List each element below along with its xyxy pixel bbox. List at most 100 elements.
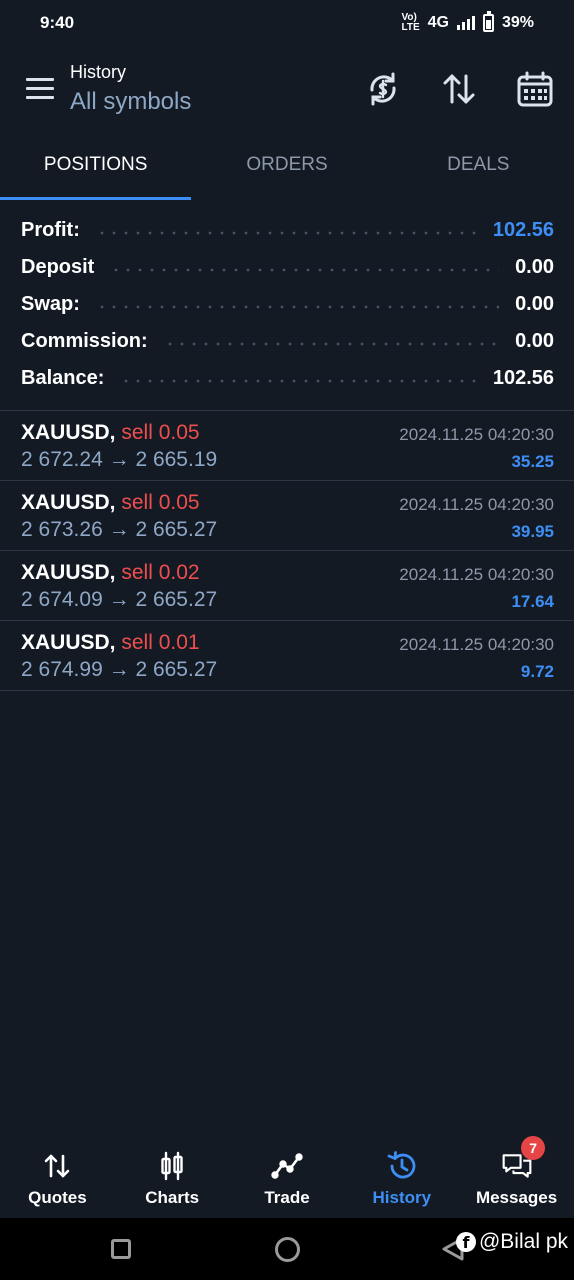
nav-charts[interactable]: Charts	[115, 1140, 230, 1218]
summary-row-balance: Balance: 102.56	[0, 360, 574, 397]
volte-indicator: Vo) LTE	[401, 12, 420, 33]
position-time: 2024.11.25 04:20:30	[399, 495, 554, 514]
position-time: 2024.11.25 04:20:30	[399, 425, 554, 444]
position-profit: 39.95	[511, 522, 554, 541]
position-symbol-line: XAUUSD, sell 0.05	[21, 421, 200, 445]
watermark-text: @Bilal pk	[478, 1230, 568, 1253]
summary-value: 0.00	[515, 293, 554, 315]
summary-row-deposit: Deposit 0.00	[0, 249, 574, 286]
menu-icon[interactable]	[26, 78, 54, 100]
position-time: 2024.11.25 04:20:30	[399, 635, 554, 654]
status-indicators: Vo) LTE 4G 39%	[401, 11, 534, 33]
open-price: 2 673.26	[21, 518, 103, 541]
recent-apps-icon[interactable]	[111, 1239, 131, 1259]
position-row[interactable]: XAUUSD, sell 0.05 2 672.24 → 2 665.19 20…	[0, 411, 574, 481]
currency-refresh-icon[interactable]	[364, 70, 402, 108]
battery-icon	[482, 11, 494, 32]
position-profit: 17.64	[511, 592, 554, 611]
signal-icon	[456, 16, 475, 30]
position-side: sell 0.01	[121, 631, 200, 654]
summary-row-commission: Commission: 0.00	[0, 323, 574, 360]
position-row[interactable]: XAUUSD, sell 0.01 2 674.99 → 2 665.27 20…	[0, 621, 574, 691]
history-icon	[344, 1148, 459, 1184]
summary-label: Profit:	[21, 219, 80, 241]
close-price: 2 665.27	[135, 518, 218, 541]
home-icon[interactable]	[275, 1237, 300, 1262]
close-price: 2 665.27	[135, 588, 218, 611]
position-symbol-line: XAUUSD, sell 0.01	[21, 631, 200, 655]
position-side: sell 0.02	[121, 561, 200, 584]
position-time: 2024.11.25 04:20:30	[399, 565, 554, 584]
summary-value: 0.00	[515, 330, 554, 352]
nav-quotes[interactable]: Quotes	[0, 1140, 115, 1218]
account-summary: Profit: 102.56 Deposit 0.00 Swap: 0.00 C…	[0, 212, 574, 397]
bottom-nav: Quotes Charts Trade History Messages 7	[0, 1136, 574, 1218]
tab-orders[interactable]: ORDERS	[191, 142, 382, 200]
nav-trade[interactable]: Trade	[230, 1140, 345, 1218]
watermark: f @Bilal pk	[455, 1230, 568, 1254]
position-side: sell 0.05	[121, 421, 200, 444]
battery-level: 39%	[501, 14, 534, 31]
nav-label: Messages	[475, 1188, 558, 1207]
summary-row-profit: Profit: 102.56	[0, 212, 574, 249]
trade-icon	[230, 1148, 345, 1184]
nav-label: Quotes	[28, 1188, 87, 1207]
positions-list: XAUUSD, sell 0.05 2 672.24 → 2 665.19 20…	[0, 411, 574, 691]
price-arrow: →	[108, 448, 130, 471]
dot-leader	[110, 267, 500, 272]
nav-history[interactable]: History	[344, 1140, 459, 1218]
summary-row-swap: Swap: 0.00	[0, 286, 574, 323]
page-title: History	[70, 62, 127, 82]
dot-leader	[95, 230, 477, 235]
summary-label: Swap:	[21, 293, 80, 315]
symbol-filter[interactable]: All symbols	[70, 88, 191, 116]
position-symbol: XAUUSD,	[21, 561, 116, 584]
nav-messages[interactable]: Messages 7	[459, 1136, 574, 1218]
tab-positions[interactable]: POSITIONS	[0, 142, 192, 200]
calendar-icon[interactable]	[516, 70, 554, 108]
summary-label: Commission:	[21, 330, 148, 352]
position-symbol-line: XAUUSD, sell 0.02	[21, 561, 200, 585]
quotes-icon	[0, 1148, 115, 1184]
charts-icon	[115, 1148, 230, 1184]
app-header: History All symbols	[0, 52, 574, 132]
summary-label: Deposit	[21, 256, 95, 278]
dot-leader	[95, 304, 500, 309]
position-symbol: XAUUSD,	[21, 491, 116, 514]
sort-icon[interactable]	[440, 70, 478, 108]
nav-label: Charts	[145, 1188, 200, 1207]
summary-value: 0.00	[515, 256, 554, 278]
open-price: 2 672.24	[21, 448, 103, 471]
summary-label: Balance:	[21, 367, 105, 389]
position-symbol: XAUUSD,	[21, 421, 116, 444]
status-time: 9:40	[40, 13, 75, 32]
price-arrow: →	[108, 658, 130, 681]
position-symbol: XAUUSD,	[21, 631, 116, 654]
nav-label: History	[372, 1188, 432, 1207]
position-side: sell 0.05	[121, 491, 200, 514]
position-row[interactable]: XAUUSD, sell 0.02 2 674.09 → 2 665.27 20…	[0, 551, 574, 621]
facebook-icon: f	[455, 1232, 476, 1252]
system-nav-bar: f @Bilal pk	[0, 1218, 574, 1280]
position-profit: 35.25	[511, 452, 554, 471]
dot-leader	[120, 378, 477, 383]
price-arrow: →	[108, 588, 130, 611]
position-prices: 2 672.24 → 2 665.19	[21, 448, 217, 472]
price-arrow: →	[108, 518, 130, 541]
dot-leader	[163, 341, 500, 346]
position-prices: 2 674.99 → 2 665.27	[21, 658, 217, 682]
network-type: 4G	[427, 14, 449, 31]
position-prices: 2 674.09 → 2 665.27	[21, 588, 217, 612]
position-profit: 9.72	[520, 662, 554, 681]
close-price: 2 665.19	[135, 448, 218, 471]
unread-badge: 7	[521, 1136, 546, 1160]
close-price: 2 665.27	[135, 658, 218, 681]
summary-value: 102.56	[492, 219, 554, 241]
history-tabs: POSITIONS ORDERS DEALS	[0, 142, 574, 200]
summary-value: 102.56	[492, 367, 554, 389]
open-price: 2 674.09	[21, 588, 103, 611]
position-row[interactable]: XAUUSD, sell 0.05 2 673.26 → 2 665.27 20…	[0, 481, 574, 551]
nav-label: Trade	[264, 1188, 310, 1207]
tab-deals[interactable]: DEALS	[383, 142, 574, 200]
position-symbol-line: XAUUSD, sell 0.05	[21, 491, 200, 515]
